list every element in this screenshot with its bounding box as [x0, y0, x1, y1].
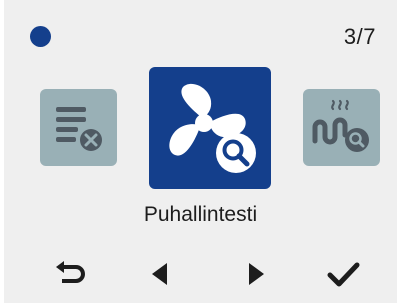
back-button[interactable]	[50, 254, 90, 294]
status-indicator	[30, 26, 51, 47]
list-remove-icon	[56, 107, 102, 151]
selected-item-label: Puhallintesti	[143, 203, 258, 226]
left-triangle-icon	[152, 263, 167, 285]
back-arrow-icon	[56, 261, 85, 283]
right-triangle-icon	[249, 263, 264, 285]
menu-item-fan-test[interactable]	[149, 67, 271, 189]
previous-button[interactable]	[141, 254, 181, 294]
menu-item-list-remove[interactable]	[40, 89, 117, 166]
menu-item-heater-test[interactable]	[303, 89, 380, 166]
next-button[interactable]	[235, 254, 275, 294]
confirm-button[interactable]	[323, 254, 363, 294]
checkmark-icon	[327, 262, 360, 287]
fan-search-icon	[169, 83, 256, 173]
page-counter: 3/7	[343, 24, 376, 49]
device-screen: 3/7 Puhallintesti	[4, 0, 397, 303]
heater-search-icon	[312, 99, 369, 152]
